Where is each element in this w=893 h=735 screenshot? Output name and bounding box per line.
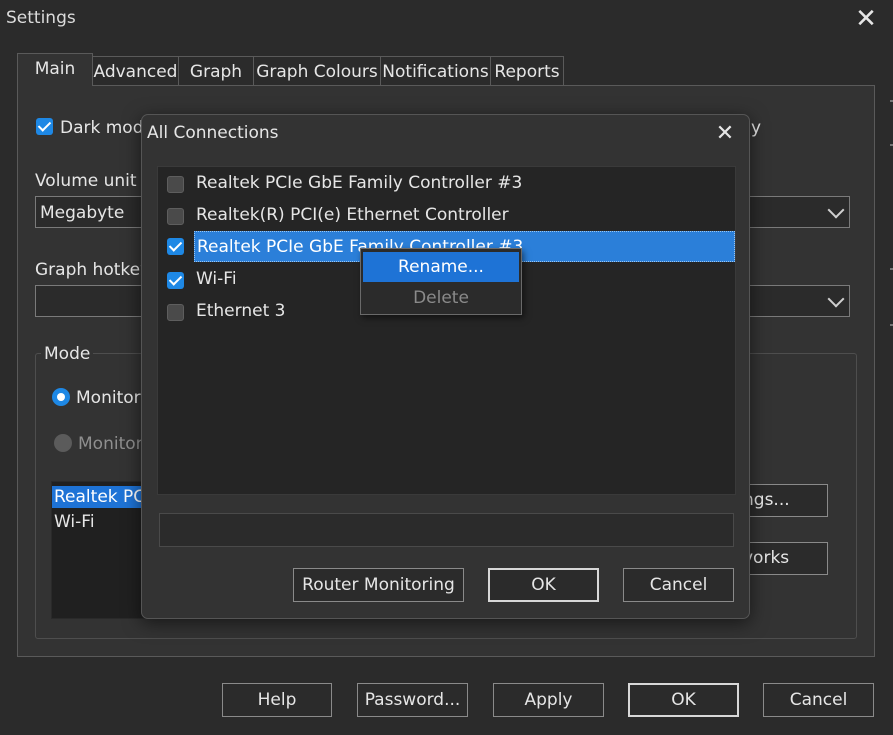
right-select-1[interactable] — [734, 196, 850, 228]
mode-radio-2[interactable] — [54, 434, 72, 452]
mode-option-2-label: Monitor — [78, 434, 143, 454]
graph-hotkey-label: Graph hotkey — [35, 260, 151, 280]
connection-checkbox[interactable] — [167, 304, 184, 321]
settings-button[interactable]: ngs... — [738, 484, 828, 517]
ok-button[interactable]: OK — [628, 683, 739, 717]
tab-reports[interactable]: Reports — [490, 56, 564, 86]
connection-name: Ethernet 3 — [196, 301, 286, 321]
dark-mode-label: Dark mod — [60, 118, 144, 138]
list-item[interactable]: Wi-Fi — [52, 511, 95, 533]
dialog-title: All Connections — [147, 123, 279, 143]
connection-checkbox[interactable] — [167, 238, 184, 255]
graph-hotkey-input[interactable] — [35, 285, 155, 317]
status-field — [159, 513, 734, 547]
rename-menu-item[interactable]: Rename... — [363, 252, 519, 282]
tab-main[interactable]: Main — [17, 53, 93, 86]
tab-graph[interactable]: Graph — [178, 56, 254, 86]
dialog-close-icon[interactable]: ✕ — [712, 121, 738, 147]
tab-advanced[interactable]: Advanced — [92, 56, 179, 86]
connection-name: Realtek PCIe GbE Family Controller #3 — [196, 173, 523, 193]
volume-unit-label: Volume unit — [35, 171, 137, 191]
tab-graph-colours[interactable]: Graph Colours — [253, 56, 381, 86]
dark-mode-checkbox[interactable] — [36, 118, 53, 135]
cancel-button[interactable]: Cancel — [763, 683, 874, 717]
mode-option-1-label: Monitor — [76, 388, 141, 408]
volume-unit-select[interactable]: Megabyte — [35, 196, 155, 228]
mode-group-label: Mode — [41, 344, 94, 364]
all-connections-dialog: All Connections ✕ Realtek PCIe GbE Famil… — [141, 114, 750, 619]
connection-checkbox[interactable] — [167, 208, 184, 225]
chevron-down-icon — [827, 290, 845, 308]
connection-row[interactable]: Realtek(R) PCI(e) Ethernet Controller — [158, 201, 735, 231]
right-select-2[interactable] — [734, 285, 850, 317]
apply-button[interactable]: Apply — [493, 683, 604, 717]
right-option-label: y — [751, 118, 762, 138]
tab-notifications[interactable]: Notifications — [380, 56, 491, 86]
title-bar: Settings ✕ — [0, 0, 893, 38]
password-button[interactable]: Password... — [357, 683, 468, 717]
networks-button[interactable]: vorks — [738, 542, 828, 575]
chevron-down-icon — [827, 201, 845, 219]
router-monitoring-button[interactable]: Router Monitoring — [293, 568, 464, 602]
volume-unit-value: Megabyte — [40, 203, 125, 223]
delete-menu-item[interactable]: Delete — [363, 283, 519, 313]
dialog-cancel-button[interactable]: Cancel — [623, 568, 734, 602]
mode-radio-1[interactable] — [52, 388, 70, 406]
connection-checkbox[interactable] — [167, 176, 184, 193]
connection-name: Realtek(R) PCI(e) Ethernet Controller — [196, 205, 509, 225]
connection-row[interactable]: Realtek PCIe GbE Family Controller #3 — [158, 169, 735, 199]
connection-checkbox[interactable] — [167, 272, 184, 289]
help-button[interactable]: Help — [222, 683, 332, 717]
window-title: Settings — [6, 8, 76, 28]
context-menu: Rename... Delete — [360, 248, 522, 315]
dialog-ok-button[interactable]: OK — [488, 568, 599, 602]
connections-list[interactable]: Realtek PCIe GbE Family Controller #3 Re… — [157, 166, 736, 495]
connection-name: Wi-Fi — [196, 269, 237, 289]
close-icon[interactable]: ✕ — [853, 6, 879, 32]
